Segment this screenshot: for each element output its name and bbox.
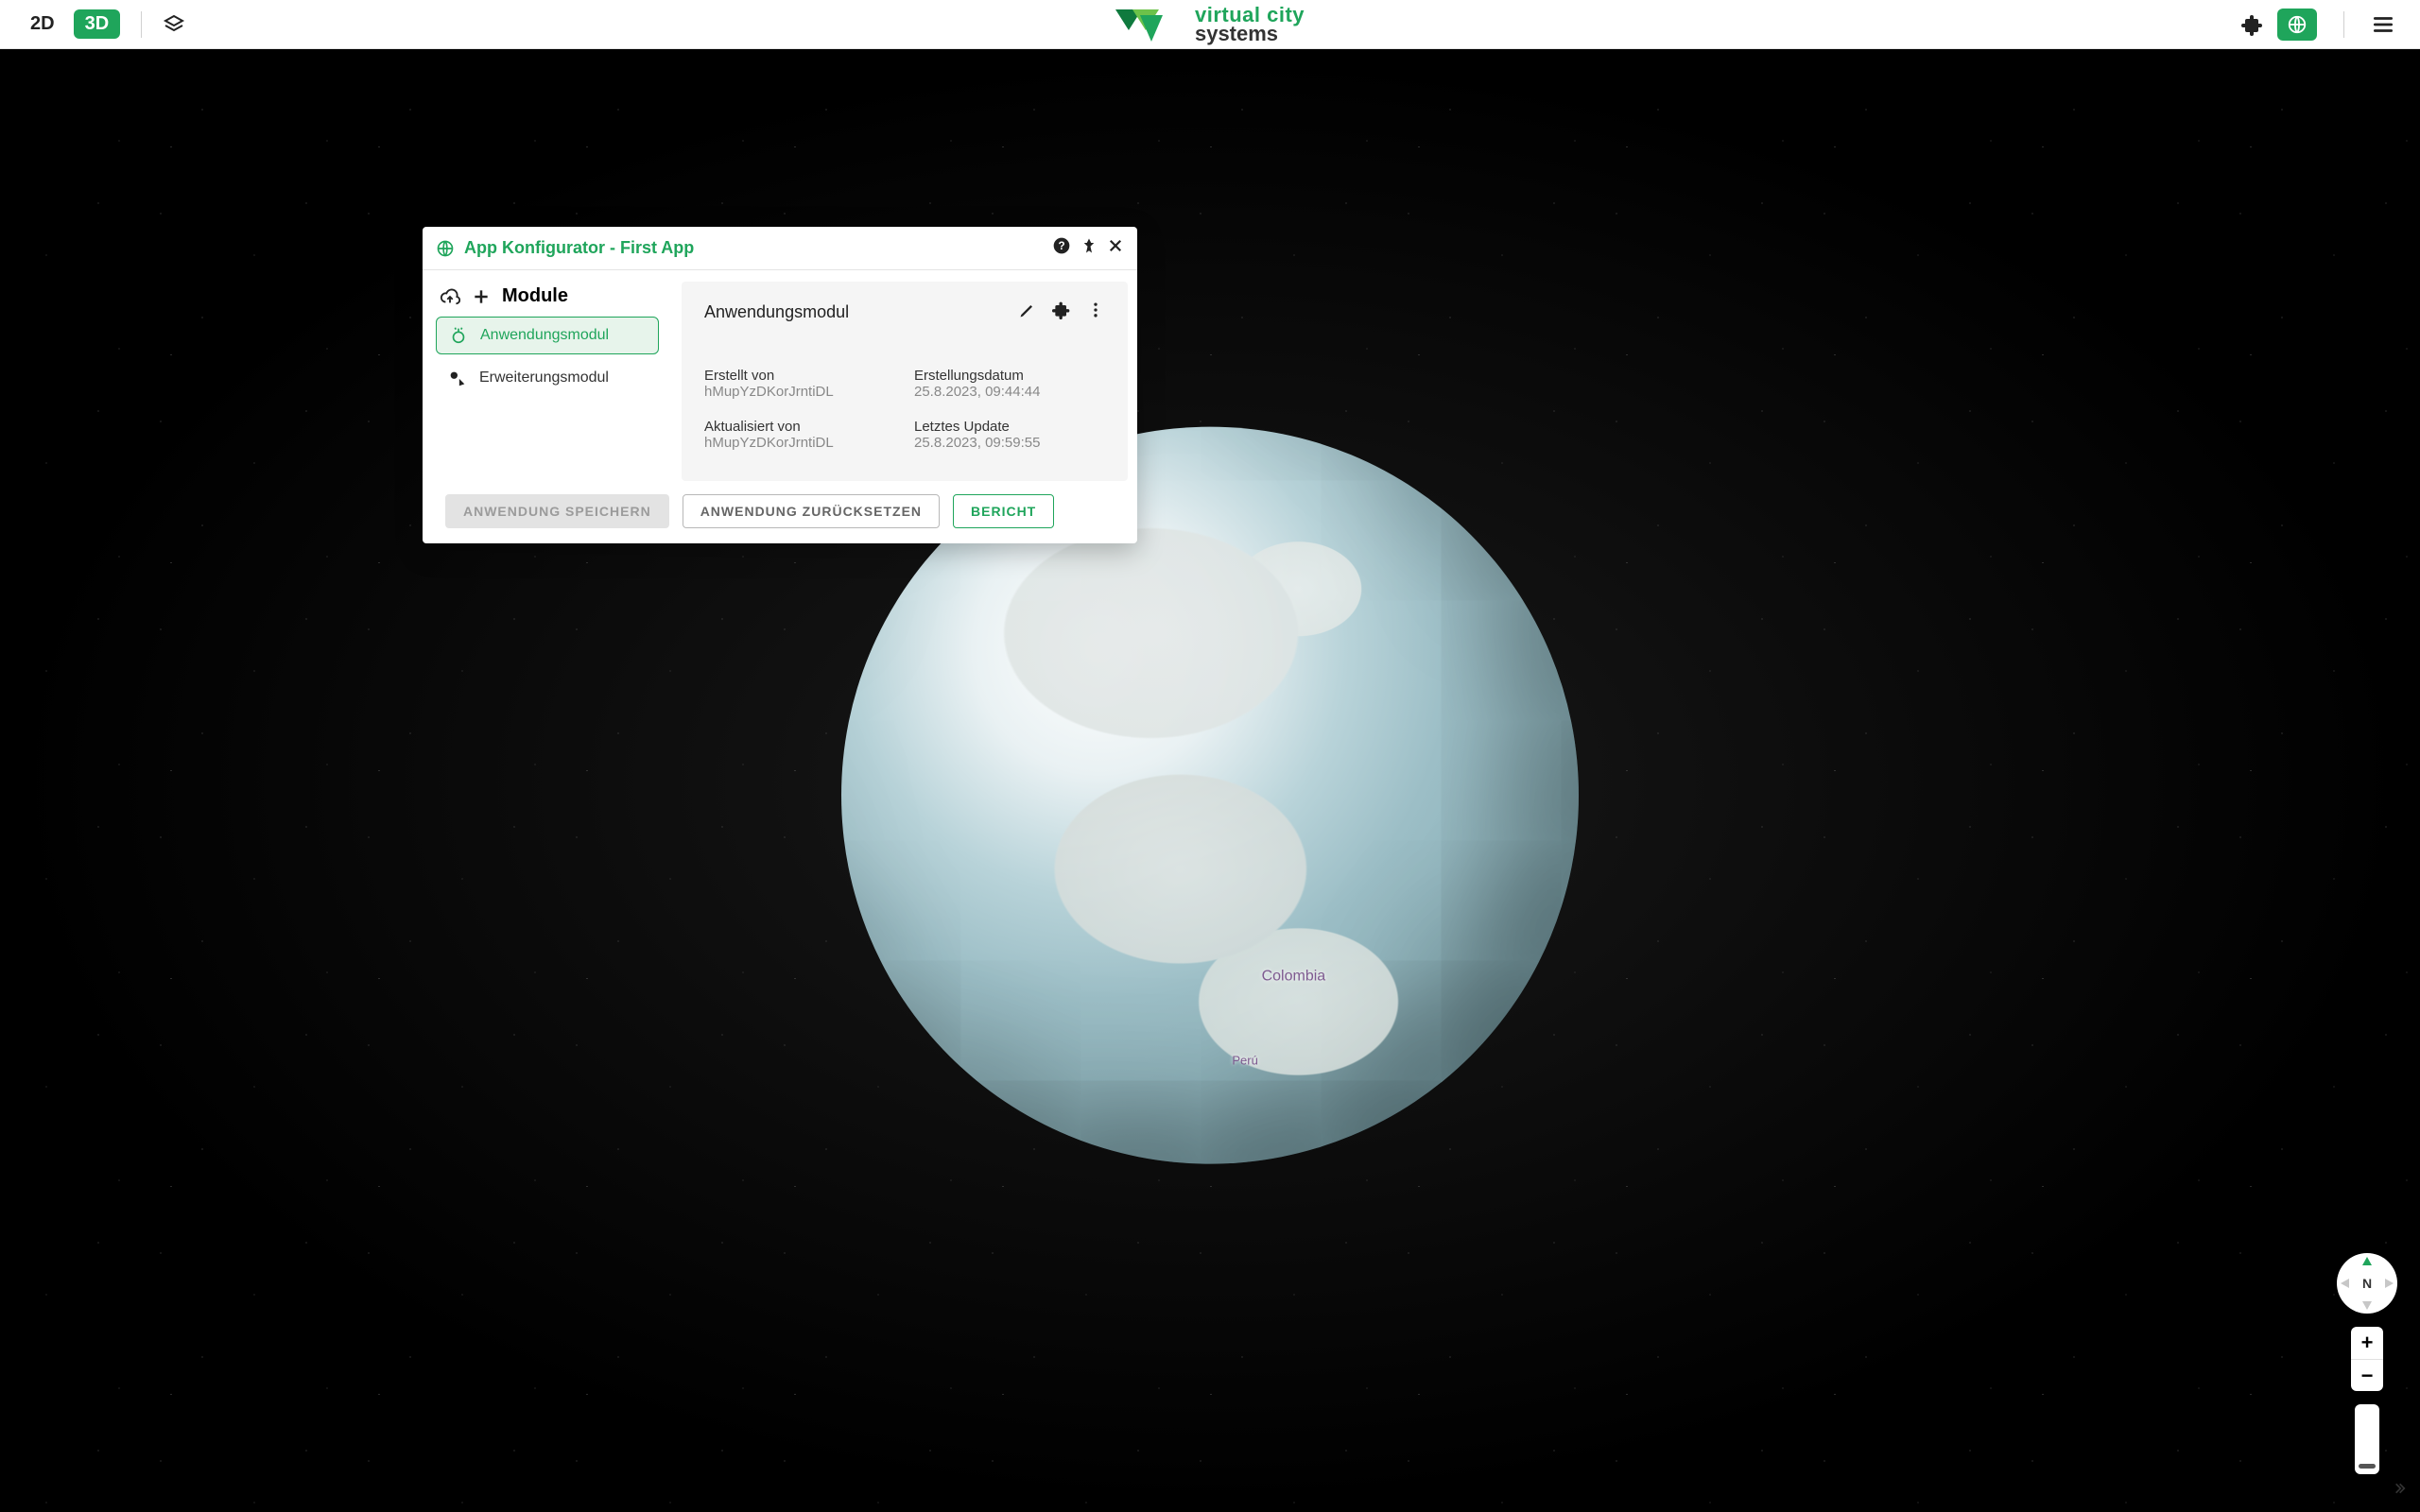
help-button[interactable]: ? — [1052, 236, 1071, 260]
cloud-upload-icon — [440, 286, 460, 307]
dialog-title: App Konfigurator - First App — [464, 238, 1043, 258]
menu-button[interactable] — [2371, 12, 2395, 37]
updated-by-value: hMupYzDKorJrntiDL — [704, 435, 895, 451]
tilt-handle — [2359, 1464, 2376, 1469]
compass[interactable]: N — [2337, 1253, 2397, 1314]
reset-app-button[interactable]: ANWENDUNG ZURÜCKSETZEN — [683, 494, 940, 528]
globe-icon — [2287, 14, 2308, 35]
plugin-button[interactable] — [2241, 13, 2264, 36]
globe-icon — [436, 239, 455, 258]
view-3d-button[interactable]: 3D — [74, 9, 121, 39]
module-detail-panel: Anwendungsmodul Erstellt von hMupYzDKorJ… — [682, 282, 1128, 481]
created-by-value: hMupYzDKorJrntiDL — [704, 384, 895, 400]
globe-mode-button[interactable] — [2277, 9, 2317, 41]
globe-label-colombia: Colombia — [1262, 969, 1326, 986]
compass-north-arrow-icon — [2362, 1257, 2372, 1265]
dialog-header: App Konfigurator - First App ? — [423, 227, 1137, 270]
help-icon: ? — [1052, 236, 1071, 255]
extension-module-icon — [447, 368, 468, 388]
pin-button[interactable] — [1080, 237, 1098, 259]
brand-logo-icon — [1115, 6, 1184, 43]
compass-letter: N — [2362, 1276, 2372, 1291]
save-app-button: ANWENDUNG SPEICHERN — [445, 494, 669, 528]
expand-footer-button[interactable] — [2392, 1481, 2407, 1501]
hamburger-icon — [2371, 12, 2395, 37]
brand-line2: systems — [1195, 24, 1305, 44]
zoom-out-button[interactable]: − — [2351, 1359, 2383, 1391]
divider — [141, 11, 142, 38]
created-at-value: 25.8.2023, 09:44:44 — [914, 384, 1105, 400]
layers-button[interactable] — [163, 13, 185, 36]
updated-at-value: 25.8.2023, 09:59:55 — [914, 435, 1105, 451]
brand: virtual city systems — [1115, 5, 1305, 44]
more-vertical-icon — [1086, 301, 1105, 319]
compass-south-arrow-icon — [2362, 1301, 2372, 1310]
edit-module-button[interactable] — [1018, 301, 1037, 324]
view-mode-group: 2D 3D — [0, 9, 185, 39]
pencil-icon — [1018, 301, 1037, 319]
zoom-in-button[interactable]: + — [2351, 1327, 2383, 1359]
chevron-double-right-icon — [2392, 1481, 2407, 1496]
updated-at-label: Letztes Update — [914, 419, 1105, 435]
close-button[interactable] — [1107, 237, 1124, 259]
add-module-button[interactable] — [472, 287, 491, 306]
module-item-erweiterungsmodul[interactable]: Erweiterungsmodul — [436, 360, 659, 396]
layers-icon — [163, 13, 185, 36]
report-button[interactable]: BERICHT — [953, 494, 1054, 528]
module-more-button[interactable] — [1086, 301, 1105, 324]
top-toolbar: 2D 3D virtual city systems — [0, 0, 2420, 49]
module-section-title: Module — [502, 285, 568, 307]
module-plugin-button[interactable] — [1052, 301, 1071, 324]
close-icon — [1107, 237, 1124, 254]
created-by-label: Erstellt von — [704, 368, 895, 384]
application-module-icon — [448, 325, 469, 346]
plus-icon — [472, 287, 491, 306]
map-canvas[interactable]: Colombia Perú N + − — [0, 49, 2420, 1512]
module-item-label: Erweiterungsmodul — [479, 369, 609, 387]
upload-module-button[interactable] — [440, 286, 460, 307]
updated-by-label: Aktualisiert von — [704, 419, 895, 435]
compass-east-arrow-icon — [2385, 1279, 2394, 1288]
tilt-slider[interactable] — [2355, 1404, 2379, 1474]
pin-icon — [1080, 237, 1098, 254]
module-item-label: Anwendungsmodul — [480, 327, 609, 344]
globe-label-peru: Perú — [1232, 1054, 1257, 1068]
view-2d-button[interactable]: 2D — [19, 9, 66, 39]
zoom-control: + − — [2351, 1327, 2383, 1391]
navigation-controls: N + − — [2337, 1253, 2397, 1474]
svg-text:?: ? — [1058, 240, 1064, 252]
module-item-anwendungsmodul[interactable]: Anwendungsmodul — [436, 317, 659, 354]
compass-west-arrow-icon — [2341, 1279, 2349, 1288]
dialog-footer: ANWENDUNG SPEICHERN ANWENDUNG ZURÜCKSETZ… — [423, 481, 1137, 543]
app-configurator-dialog: App Konfigurator - First App ? Module — [423, 227, 1137, 543]
puzzle-icon — [1052, 301, 1071, 319]
module-detail-title: Anwendungsmodul — [704, 302, 1003, 322]
puzzle-icon — [2241, 13, 2264, 36]
module-list-panel: Module Anwendungsmodul Erweiterungsmodul — [432, 282, 659, 481]
divider — [2343, 11, 2344, 38]
created-at-label: Erstellungsdatum — [914, 368, 1105, 384]
